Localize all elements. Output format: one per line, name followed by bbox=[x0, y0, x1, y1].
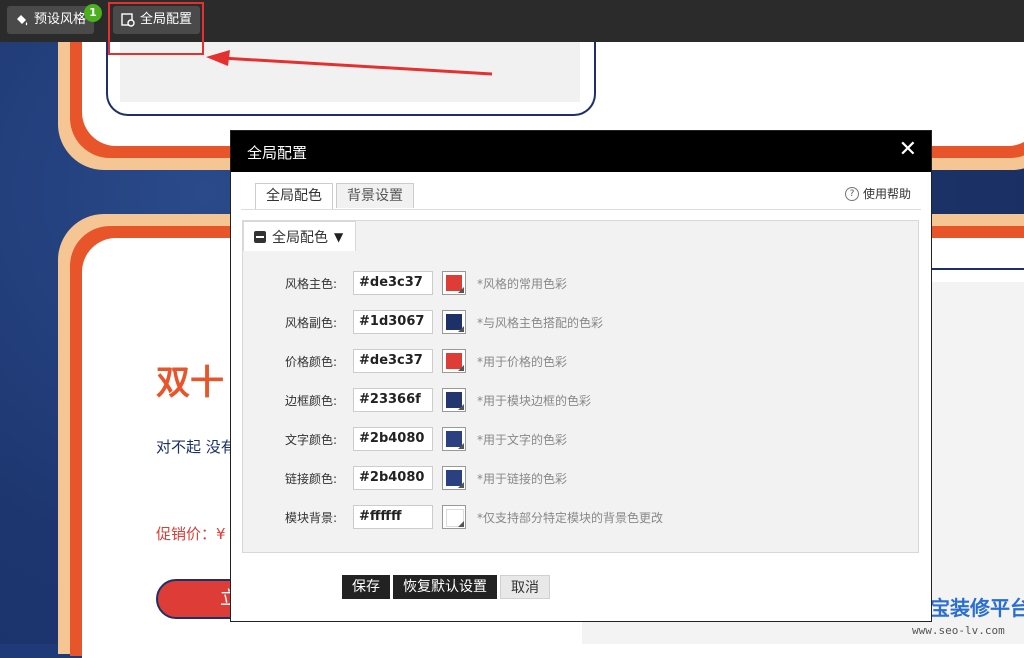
color-swatch-picker[interactable] bbox=[442, 505, 466, 529]
dialog-header: 全局配置 ✕ bbox=[231, 131, 931, 172]
color-hint: *用于模块边框的色彩 bbox=[477, 394, 592, 408]
color-swatch-picker[interactable] bbox=[442, 271, 466, 295]
tab-background-settings[interactable]: 背景设置 bbox=[336, 183, 414, 208]
color-label: 风格副色: bbox=[284, 316, 337, 330]
color-hint: *风格的常用色彩 bbox=[477, 277, 568, 291]
picker-corner-icon bbox=[458, 404, 464, 410]
color-hint: *仅支持部分特定模块的背景色更改 bbox=[477, 511, 664, 525]
color-row: 模块背景: *仅支持部分特定模块的背景色更改 bbox=[231, 505, 921, 531]
help-link[interactable]: ? 使用帮助 bbox=[844, 185, 911, 202]
color-label: 链接颜色: bbox=[284, 472, 337, 486]
help-label: 使用帮助 bbox=[862, 187, 911, 201]
color-hint: *与风格主色搭配的色彩 bbox=[477, 316, 604, 330]
paint-bucket-icon bbox=[17, 15, 28, 26]
color-swatch-picker[interactable] bbox=[442, 310, 466, 334]
color-row: 链接颜色: *用于链接的色彩 bbox=[231, 466, 921, 492]
color-row: 价格颜色: *用于价格的色彩 bbox=[231, 349, 921, 375]
color-label: 价格颜色: bbox=[284, 355, 337, 369]
dialog-tabs: 全局配色 背景设置 bbox=[255, 183, 414, 209]
color-hint: *用于链接的色彩 bbox=[477, 472, 568, 486]
close-icon[interactable]: ✕ bbox=[899, 139, 917, 161]
picker-corner-icon bbox=[458, 521, 464, 527]
section-label: 全局配色 bbox=[272, 229, 328, 246]
color-swatch-picker[interactable] bbox=[442, 388, 466, 412]
color-settings-panel bbox=[242, 220, 919, 553]
color-row: 风格副色: *与风格主色搭配的色彩 bbox=[231, 310, 921, 336]
preset-style-button[interactable]: 预设风格 bbox=[7, 6, 95, 34]
picker-corner-icon bbox=[458, 326, 464, 332]
preset-style-label: 预设风格 bbox=[34, 12, 87, 27]
promo-title: 双十 bbox=[156, 363, 224, 403]
color-hex-input[interactable] bbox=[353, 271, 433, 295]
cancel-button[interactable]: 取消 bbox=[500, 575, 550, 599]
color-swatch-picker[interactable] bbox=[442, 466, 466, 490]
tabs-divider bbox=[241, 209, 921, 210]
color-hex-input[interactable] bbox=[353, 505, 433, 529]
highlight-box bbox=[108, 2, 204, 55]
color-hex-input[interactable] bbox=[353, 466, 433, 490]
logo-url: www.seo-lv.com bbox=[912, 624, 1005, 637]
picker-corner-icon bbox=[458, 482, 464, 488]
color-hint: *用于价格的色彩 bbox=[477, 355, 568, 369]
color-hex-input[interactable] bbox=[353, 310, 433, 334]
color-row: 文字颜色: *用于文字的色彩 bbox=[231, 427, 921, 453]
dialog-footer: 保存 恢复默认设置 取消 bbox=[342, 575, 550, 599]
global-config-dialog: 全局配置 ✕ 全局配色 背景设置 ? 使用帮助 全局配色 ▼ 风格主色: *风格的… bbox=[231, 131, 931, 621]
color-label: 文字颜色: bbox=[284, 433, 337, 447]
picker-corner-icon bbox=[458, 365, 464, 371]
restore-defaults-button[interactable]: 恢复默认设置 bbox=[393, 575, 497, 599]
dropdown-arrow-icon: ▼ bbox=[334, 229, 344, 244]
color-swatch-picker[interactable] bbox=[442, 427, 466, 451]
help-icon: ? bbox=[844, 186, 859, 201]
color-hex-input[interactable] bbox=[353, 349, 433, 373]
color-label: 模块背景: bbox=[284, 511, 337, 525]
color-label: 风格主色: bbox=[284, 277, 337, 291]
promo-subtitle: 对不起 没有 bbox=[156, 438, 236, 456]
color-hint: *用于文字的色彩 bbox=[477, 433, 568, 447]
collapse-icon bbox=[254, 230, 266, 243]
notification-badge: 1 bbox=[84, 4, 102, 22]
color-hex-input[interactable] bbox=[353, 427, 433, 451]
save-button[interactable]: 保存 bbox=[342, 575, 390, 599]
color-row: 风格主色: *风格的常用色彩 bbox=[231, 271, 921, 297]
color-label: 边框颜色: bbox=[284, 394, 337, 408]
annotation-arrow-icon bbox=[206, 50, 493, 76]
section-toggle-global-colors[interactable]: 全局配色 ▼ bbox=[243, 221, 357, 251]
picker-corner-icon bbox=[458, 287, 464, 293]
picker-corner-icon bbox=[458, 443, 464, 449]
color-row: 边框颜色: *用于模块边框的色彩 bbox=[231, 388, 921, 414]
promo-price: 促销价：¥ bbox=[156, 525, 226, 543]
color-swatch-picker[interactable] bbox=[442, 349, 466, 373]
color-hex-input[interactable] bbox=[353, 388, 433, 412]
dialog-title: 全局配置 bbox=[247, 144, 308, 162]
tab-global-colors[interactable]: 全局配色 bbox=[255, 183, 333, 209]
